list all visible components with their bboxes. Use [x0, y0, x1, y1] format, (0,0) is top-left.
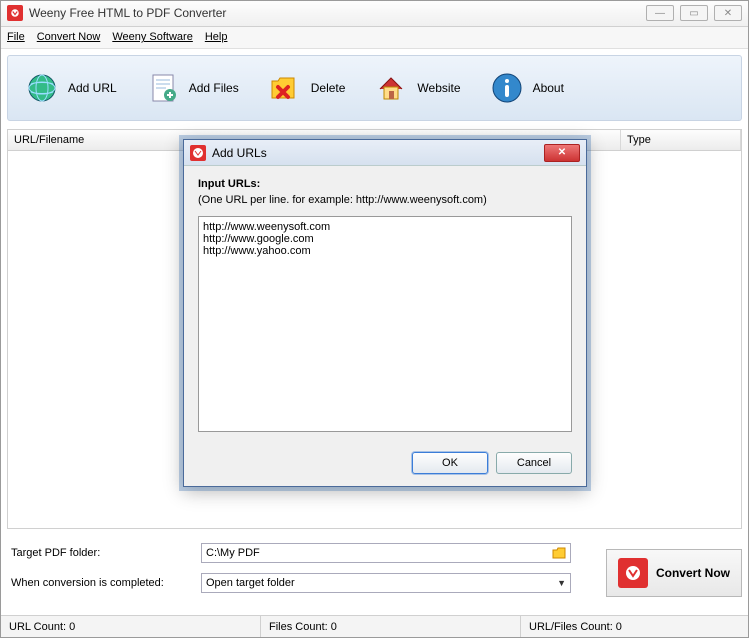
when-completed-label: When conversion is completed:	[11, 577, 201, 589]
statusbar: URL Count: 0 Files Count: 0 URL/Files Co…	[1, 615, 748, 637]
about-button[interactable]: About	[485, 66, 578, 110]
browse-folder-icon[interactable]	[550, 545, 568, 561]
add-urls-dialog: Add URLs ✕ Input URLs: (One URL per line…	[183, 139, 587, 487]
dialog-titlebar: Add URLs ✕	[184, 140, 586, 166]
convert-icon	[618, 558, 648, 588]
folder-delete-icon	[267, 70, 303, 106]
document-icon	[145, 70, 181, 106]
window-buttons: — ▭ ✕	[646, 5, 742, 21]
menu-convert-now[interactable]: Convert Now	[37, 31, 101, 43]
menubar: File Convert Now Weeny Software Help	[1, 27, 748, 49]
app-icon	[7, 5, 23, 21]
menu-weeny-software[interactable]: Weeny Software	[112, 31, 193, 43]
website-label: Website	[417, 81, 460, 95]
settings-panel: Target PDF folder: C:\My PDF When conver…	[7, 535, 600, 611]
menu-file[interactable]: File	[7, 31, 25, 43]
dialog-title: Add URLs	[212, 146, 544, 160]
target-folder-field[interactable]: C:\My PDF	[201, 543, 571, 563]
close-button[interactable]: ✕	[714, 5, 742, 21]
about-label: About	[533, 81, 564, 95]
minimize-button[interactable]: —	[646, 5, 674, 21]
delete-button[interactable]: Delete	[263, 66, 360, 110]
website-button[interactable]: Website	[369, 66, 474, 110]
add-url-label: Add URL	[68, 81, 117, 95]
convert-now-button[interactable]: Convert Now	[606, 549, 742, 597]
status-url-count: URL Count: 0	[1, 616, 261, 637]
dialog-close-button[interactable]: ✕	[544, 144, 580, 162]
add-url-button[interactable]: Add URL	[20, 66, 131, 110]
status-files-count: Files Count: 0	[261, 616, 521, 637]
when-completed-select[interactable]: Open target folder	[201, 573, 571, 593]
dialog-app-icon	[190, 145, 206, 161]
titlebar: Weeny Free HTML to PDF Converter — ▭ ✕	[1, 1, 748, 27]
column-type[interactable]: Type	[621, 130, 741, 150]
home-icon	[373, 70, 409, 106]
urls-textarea[interactable]	[198, 216, 572, 432]
maximize-button[interactable]: ▭	[680, 5, 708, 21]
cancel-button[interactable]: Cancel	[496, 452, 572, 474]
ok-button[interactable]: OK	[412, 452, 488, 474]
info-icon	[489, 70, 525, 106]
globe-icon	[24, 70, 60, 106]
delete-label: Delete	[311, 81, 346, 95]
menu-help[interactable]: Help	[205, 31, 228, 43]
dialog-hint: (One URL per line. for example: http://w…	[198, 194, 572, 206]
toolbar: Add URL Add Files Delete Website About	[7, 55, 742, 121]
when-completed-value: Open target folder	[206, 577, 295, 589]
window-title: Weeny Free HTML to PDF Converter	[29, 6, 646, 20]
target-folder-value: C:\My PDF	[206, 547, 260, 559]
dialog-heading: Input URLs:	[198, 178, 572, 190]
convert-now-label: Convert Now	[656, 566, 730, 580]
add-files-button[interactable]: Add Files	[141, 66, 253, 110]
status-total-count: URL/Files Count: 0	[521, 616, 748, 637]
target-folder-label: Target PDF folder:	[11, 547, 201, 559]
add-files-label: Add Files	[189, 81, 239, 95]
